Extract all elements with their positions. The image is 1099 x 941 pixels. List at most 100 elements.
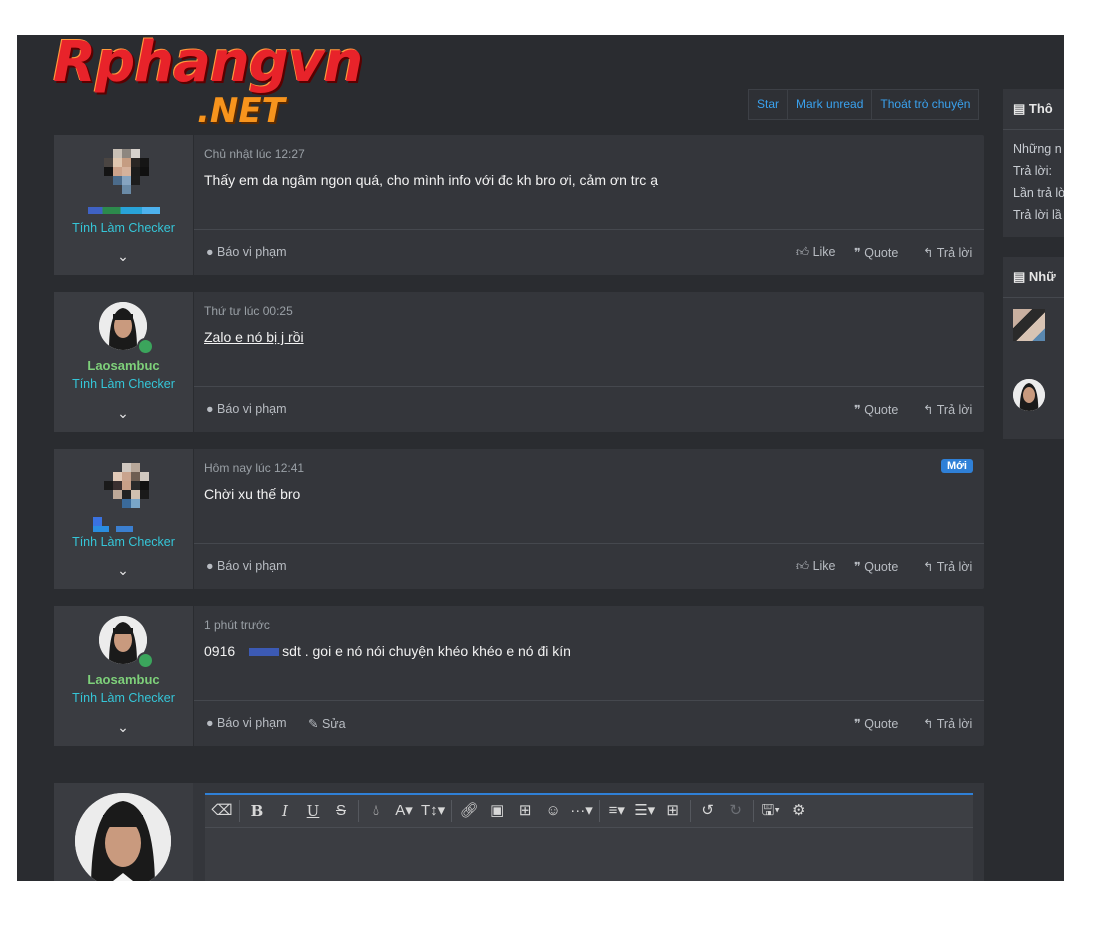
- emoji-icon[interactable]: ☺: [542, 800, 564, 822]
- report-button[interactable]: ● Báo vi phạm: [206, 716, 287, 730]
- reply-icon: ↰: [923, 246, 934, 260]
- online-status-icon: [137, 652, 154, 669]
- post: Laosambuc Tính Làm Checker ⌄ Thứ tư lúc …: [54, 292, 984, 432]
- report-button[interactable]: ● Báo vi phạm: [206, 245, 287, 259]
- new-badge: Mới: [940, 459, 973, 473]
- phone-obscured: [249, 648, 280, 657]
- username-obscured: [93, 526, 109, 532]
- image-icon[interactable]: ▣: [486, 800, 508, 822]
- quote-icon: ❞: [854, 560, 861, 574]
- user-title: Tính Làm Checker: [72, 377, 175, 391]
- post-date[interactable]: Chủ nhật lúc 12:27: [204, 147, 305, 161]
- username-obscured: [116, 526, 133, 532]
- quote-button[interactable]: ❞ Quote: [854, 245, 898, 260]
- quote-button[interactable]: ❞ Quote: [854, 402, 898, 417]
- star-button[interactable]: Star: [749, 90, 789, 119]
- post: Tính Làm Checker ⌄ Chủ nhật lúc 12:27 Th…: [54, 135, 984, 275]
- current-user-avatar[interactable]: [75, 793, 171, 881]
- divider: [239, 800, 240, 822]
- divider: [1003, 129, 1064, 130]
- underline-icon[interactable]: U: [302, 800, 324, 822]
- post-user-panel: Tính Làm Checker ⌄: [54, 449, 194, 589]
- like-button[interactable]: 👍︎ Like: [796, 245, 836, 260]
- post-user-panel: Laosambuc Tính Làm Checker ⌄: [54, 292, 194, 432]
- report-button[interactable]: ● Báo vi phạm: [206, 559, 287, 573]
- post-date[interactable]: 1 phút trước: [204, 618, 270, 632]
- participant-avatar[interactable]: [1013, 309, 1045, 341]
- thumbs-up-icon: 👍︎: [796, 559, 810, 573]
- post-user-panel: Tính Làm Checker ⌄: [54, 135, 194, 275]
- eraser-icon[interactable]: ⌫: [211, 800, 233, 822]
- reply-button[interactable]: ↰ Trả lời: [923, 559, 972, 574]
- strike-icon[interactable]: S: [330, 800, 352, 822]
- chevron-down-icon[interactable]: ⌄: [116, 562, 130, 578]
- sidebar-title-text: Thô: [1028, 101, 1053, 116]
- sidebar-thread-info: ▤ Thô Những n Trả lời: Lần trả lờ Trả lờ…: [1003, 89, 1064, 237]
- report-icon: ●: [206, 559, 214, 573]
- settings-icon[interactable]: ⚙: [788, 800, 810, 822]
- divider: [194, 700, 984, 701]
- redo-icon[interactable]: ↻: [725, 800, 747, 822]
- like-button[interactable]: 👍︎ Like: [796, 559, 836, 574]
- divider: [598, 800, 600, 822]
- chevron-down-icon[interactable]: ⌄: [116, 719, 130, 735]
- chevron-down-icon[interactable]: ⌄: [116, 405, 130, 421]
- page-frame: Rphangvn .NET Star Mark unread Thoát trò…: [17, 35, 1064, 881]
- reply-button[interactable]: ↰ Trả lời: [923, 402, 972, 417]
- leave-conversation-button[interactable]: Thoát trò chuyện: [872, 90, 978, 119]
- quote-label: Quote: [864, 560, 899, 574]
- reply-icon: ↰: [923, 560, 934, 574]
- edit-button[interactable]: ✎ Sửa: [308, 716, 346, 731]
- mark-unread-button[interactable]: Mark unread: [788, 90, 873, 119]
- color-icon[interactable]: 💧︎: [365, 800, 387, 822]
- sidebar-title-text: Nhữ: [1028, 269, 1056, 284]
- sidebar-participants: ▤ Nhữ: [1003, 257, 1064, 439]
- reply-editor-area: ⌫ B I U S 💧︎ A▾ T↕▾ 🔗︎ ▣ ⊞ ☺ ···▾ ≡▾ ☰▾ …: [54, 783, 984, 881]
- link-icon[interactable]: 🔗︎: [458, 800, 480, 822]
- undo-icon[interactable]: ↺: [697, 800, 719, 822]
- phone-prefix: 0916: [204, 643, 236, 659]
- report-button[interactable]: ● Báo vi phạm: [206, 402, 287, 416]
- chevron-down-icon[interactable]: ⌄: [116, 248, 130, 264]
- post-date[interactable]: Hôm nay lúc 12:41: [204, 461, 304, 475]
- avatar-pixelated[interactable]: [104, 463, 150, 508]
- text-height-icon[interactable]: T↕▾: [421, 800, 445, 822]
- site-logo[interactable]: Rphangvn .NET: [53, 35, 393, 135]
- quote-icon: ❞: [854, 246, 861, 260]
- reply-button[interactable]: ↰ Trả lời: [923, 245, 972, 260]
- report-label: Báo vi phạm: [217, 716, 287, 730]
- document-icon: ▤: [1013, 269, 1026, 284]
- list-icon[interactable]: ☰▾: [634, 800, 656, 822]
- online-status-icon: [137, 338, 154, 355]
- quote-button[interactable]: ❞ Quote: [854, 559, 898, 574]
- sidebar-box-title: ▤ Thô: [1013, 101, 1053, 117]
- post-user-panel: [54, 783, 193, 881]
- sidebar-line: Trả lời lầ: [1013, 208, 1062, 222]
- table-icon[interactable]: ⊞: [662, 800, 684, 822]
- report-icon: ●: [206, 402, 214, 416]
- post-user-panel: Laosambuc Tính Làm Checker ⌄: [54, 606, 194, 746]
- report-label: Báo vi phạm: [217, 402, 287, 416]
- rich-text-editor[interactable]: ⌫ B I U S 💧︎ A▾ T↕▾ 🔗︎ ▣ ⊞ ☺ ···▾ ≡▾ ☰▾ …: [205, 793, 973, 881]
- post-date[interactable]: Thứ tư lúc 00:25: [204, 304, 293, 318]
- post-message: 0916 sdt . goi e nó nói chuyện khéo khéo …: [204, 643, 571, 659]
- participant-avatar[interactable]: [1013, 379, 1045, 411]
- bold-icon[interactable]: B: [246, 800, 268, 822]
- reply-button[interactable]: ↰ Trả lời: [923, 716, 972, 731]
- divider: [689, 800, 691, 822]
- save-draft-icon[interactable]: 🖫︎▾: [760, 800, 782, 822]
- video-icon[interactable]: ⊞: [514, 800, 536, 822]
- font-size-icon[interactable]: A▾: [393, 800, 415, 822]
- username[interactable]: Laosambuc: [54, 672, 193, 687]
- document-icon: ▤: [1013, 101, 1026, 116]
- more-icon[interactable]: ···▾: [570, 800, 593, 822]
- reply-label: Trả lời: [936, 403, 973, 417]
- username[interactable]: Laosambuc: [54, 358, 193, 373]
- editor-toolbar: ⌫ B I U S 💧︎ A▾ T↕▾ 🔗︎ ▣ ⊞ ☺ ···▾ ≡▾ ☰▾ …: [205, 795, 973, 828]
- italic-icon[interactable]: I: [274, 800, 296, 822]
- avatar-pixelated[interactable]: [104, 149, 150, 194]
- divider: [194, 543, 984, 544]
- user-title: Tính Làm Checker: [72, 535, 175, 549]
- quote-button[interactable]: ❞ Quote: [854, 716, 898, 731]
- align-icon[interactable]: ≡▾: [606, 800, 628, 822]
